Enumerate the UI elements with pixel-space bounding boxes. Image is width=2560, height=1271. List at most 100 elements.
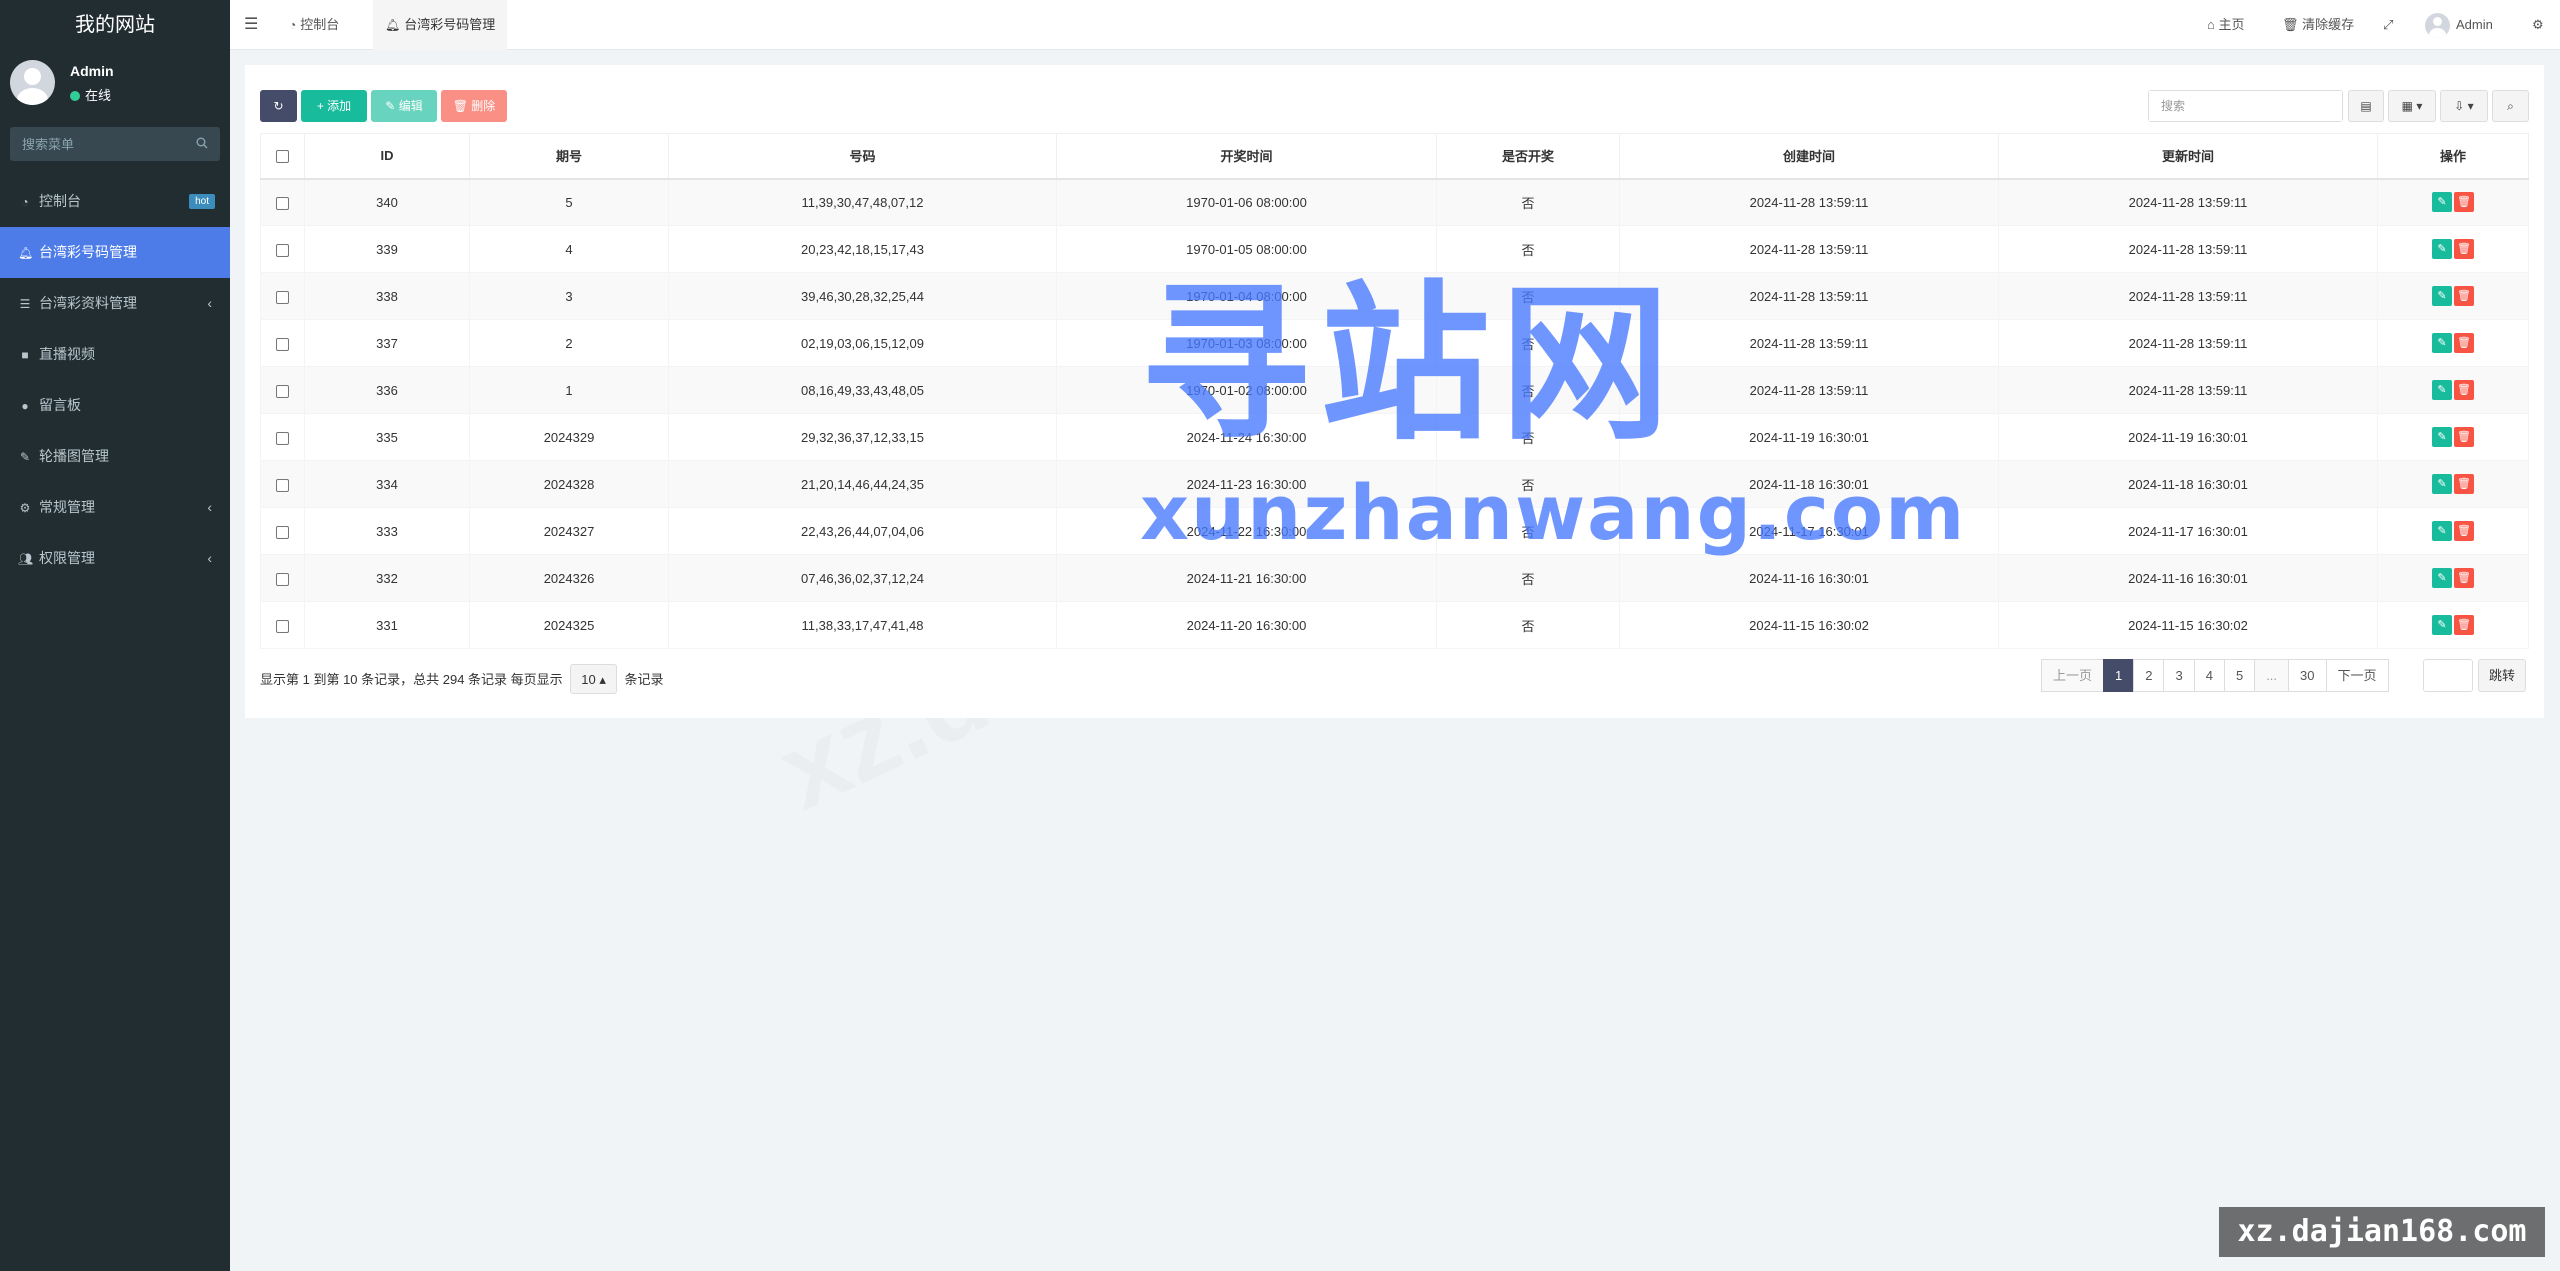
row-delete-button[interactable]: 🗑︎ [2454,380,2474,400]
cell-numbers: 20,23,42,18,15,17,43 [668,225,1057,273]
cell-created: 2024-11-15 16:30:02 [1619,601,1999,649]
home-link[interactable]: ⌂ 主页 [2207,0,2244,50]
row-delete-button[interactable]: 🗑︎ [2454,427,2474,447]
search-icon[interactable] [196,137,208,149]
row-delete-button[interactable]: 🗑︎ [2454,474,2474,494]
row-actions: ✎ 🗑︎ [2377,507,2529,555]
page-button[interactable]: 3 [2163,659,2195,692]
row-edit-button[interactable]: ✎ [2432,568,2452,588]
row-delete-button[interactable]: 🗑︎ [2454,333,2474,353]
page-size-select[interactable]: 10 ▴ [570,664,617,694]
col-issue[interactable]: 期号 [469,133,669,180]
cell-id: 333 [304,507,470,555]
col-actions: 操作 [2377,133,2529,180]
user-panel: Admin 在线 [0,50,230,125]
advanced-search-button[interactable]: ⌕ [2492,90,2529,122]
cell-issue: 5 [469,178,669,226]
row-checkbox[interactable] [276,572,289,586]
chevron-left-icon: ‹ [207,550,212,566]
row-delete-button[interactable]: 🗑︎ [2454,192,2474,213]
row-actions: ✎ 🗑︎ [2377,225,2529,273]
export-button[interactable]: ⇩ ▾ [2440,90,2488,122]
columns-button[interactable]: ▦ ▾ [2388,90,2436,122]
col-drawn[interactable]: 是否开奖 [1436,133,1620,180]
row-checkbox[interactable] [276,478,289,492]
col-id[interactable]: ID [304,133,470,180]
row-delete-button[interactable]: 🗑︎ [2454,239,2474,259]
page-button[interactable]: 30 [2288,659,2327,692]
fullscreen-icon[interactable]: ⤢ [2383,0,2393,50]
tab-dashboard[interactable]: ◔ 控制台 [277,0,351,50]
sidebar-item-data-manage[interactable]: ☰ 台湾彩资料管理 ‹ [0,278,230,329]
table-row[interactable]: 340 5 11,39,30,47,48,07,12 1970-01-06 08:00… [260,178,2529,226]
sidebar-item-number-manage[interactable]: 🔔︎ 台湾彩号码管理 [0,227,230,278]
prev-page-button[interactable]: 上一页 [2041,659,2105,692]
cell-issue: 2 [469,319,669,367]
row-edit-button[interactable]: ✎ [2432,474,2452,494]
cell-id: 337 [304,319,470,367]
sidebar-item-dashboard[interactable]: ◔ 控制台 hot [0,176,230,227]
row-edit-button[interactable]: ✎ [2432,333,2452,353]
admin-menu[interactable]: Admin [2425,0,2493,50]
table-search-input[interactable] [2149,91,2342,121]
site-logo[interactable]: 我的网站 [0,0,230,50]
page-button[interactable]: 4 [2193,659,2225,692]
jump-button[interactable]: 跳转 [2478,659,2527,692]
row-edit-button[interactable]: ✎ [2432,521,2452,541]
jump-page-input[interactable] [2423,659,2473,692]
page-button[interactable]: 1 [2103,659,2135,692]
next-page-button[interactable]: 下一页 [2325,659,2389,692]
sidebar-item-message-board[interactable]: ● 留言板 [0,380,230,431]
sidebar-item-permission[interactable]: 👥︎ 权限管理 ‹ [0,533,230,584]
row-checkbox[interactable] [276,290,289,304]
row-delete-button[interactable]: 🗑︎ [2454,521,2474,541]
row-checkbox[interactable] [276,525,289,539]
row-checkbox[interactable] [276,431,289,445]
refresh-button[interactable]: ↻ [260,90,297,122]
row-edit-button[interactable]: ✎ [2432,427,2452,447]
col-updated[interactable]: 更新时间 [1998,133,2378,180]
clear-cache-label: 清除缓存 [2302,17,2355,32]
row-checkbox[interactable] [276,196,289,210]
caret-up-icon: ▴ [599,672,606,687]
sidebar-item-live-video[interactable]: ■ 直播视频 [0,329,230,380]
col-created[interactable]: 创建时间 [1619,133,1999,180]
row-checkbox[interactable] [276,619,289,633]
col-draw-time[interactable]: 开奖时间 [1056,133,1437,180]
record-suffix: 条记录 [624,672,664,687]
row-checkbox[interactable] [276,337,289,351]
clear-cache-link[interactable]: 🗑︎ 清除缓存 [2282,0,2354,50]
row-checkbox[interactable] [276,384,289,398]
row-delete-button[interactable]: 🗑︎ [2454,286,2474,306]
row-delete-button[interactable]: 🗑︎ [2454,568,2474,588]
row-edit-button[interactable]: ✎ [2432,239,2452,259]
cell-updated: 2024-11-16 16:30:01 [1998,554,2378,602]
row-delete-button[interactable]: 🗑︎ [2454,615,2474,635]
delete-button[interactable]: 🗑︎ 删除 [441,90,507,122]
row-edit-button[interactable]: ✎ [2432,286,2452,306]
row-edit-button[interactable]: ✎ [2432,192,2452,213]
col-numbers[interactable]: 号码 [668,133,1057,180]
settings-icon[interactable]: ⚙ [2532,0,2544,50]
page-button[interactable]: 2 [2133,659,2165,692]
page-button[interactable]: 5 [2223,659,2256,692]
bell-icon: 🔔︎ [18,246,34,260]
row-edit-button[interactable]: ✎ [2432,615,2452,635]
cell-numbers: 21,20,14,46,44,24,35 [668,460,1057,508]
row-edit-button[interactable]: ✎ [2432,380,2452,400]
table-row[interactable]: 332 2024326 07,46,36,02,37,12,24 2024-11-21… [260,554,2529,602]
add-button[interactable]: + 添加 [301,90,367,122]
edit-button[interactable]: ✎ 编辑 [371,90,437,122]
menu-toggle-icon[interactable]: ☰ [244,0,258,50]
select-all-checkbox[interactable] [276,150,289,164]
cell-issue: 2024328 [469,460,669,508]
sidebar-item-carousel[interactable]: ✎ 轮播图管理 [0,431,230,482]
toggle-view-button[interactable]: ▤ [2348,90,2384,122]
tab-number-manage[interactable]: 🔔︎ 台湾彩号码管理 [373,0,508,50]
sidebar-item-general[interactable]: ⚙ 常规管理 ‹ [0,482,230,533]
row-checkbox[interactable] [276,243,289,257]
table-row[interactable]: 331 2024325 11,38,33,17,47,41,48 2024-11-20… [260,601,2529,649]
video-icon: ■ [21,348,29,362]
menu-search-input[interactable] [10,127,220,161]
avatar [2425,13,2450,39]
